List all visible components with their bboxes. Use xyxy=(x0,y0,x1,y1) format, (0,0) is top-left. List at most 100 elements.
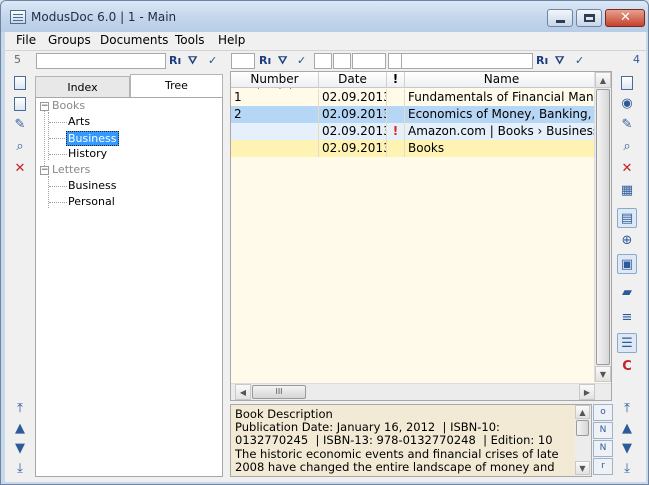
cell-flag: ! xyxy=(387,123,405,140)
tab-index[interactable]: Index xyxy=(35,76,130,97)
tree-node-arts[interactable]: Arts xyxy=(68,115,90,128)
minimize-button[interactable] xyxy=(547,9,573,27)
move-up-button[interactable]: ▲ xyxy=(617,419,637,439)
search-document-button[interactable]: ⌕ xyxy=(617,137,637,157)
description-scrollbar[interactable]: ▲ ▼ xyxy=(575,405,591,476)
copy-file-button[interactable]: ⊕ xyxy=(617,231,637,251)
tab-tree[interactable]: Tree xyxy=(130,74,223,97)
desc-tab-1[interactable]: o xyxy=(593,404,613,421)
move-up-icon: ▲ xyxy=(15,421,25,436)
open-folder-button[interactable]: ▰ xyxy=(617,283,637,303)
tree-filter-input[interactable] xyxy=(36,53,166,69)
cell-number: 1 xyxy=(231,89,319,106)
menu-help[interactable]: Help xyxy=(218,33,245,47)
menu-tools[interactable]: Tools xyxy=(175,33,205,47)
apply-filter-icon[interactable]: ✓ xyxy=(208,54,217,67)
delete-document-button[interactable]: ✕ xyxy=(617,159,637,179)
column-flag[interactable]: ! xyxy=(387,72,405,88)
apply-filter-icon-2[interactable]: ✓ xyxy=(297,54,306,67)
copy-group-button[interactable] xyxy=(10,94,30,114)
move-bottom-button[interactable]: ⤓ xyxy=(617,459,637,479)
web-document-button[interactable]: ◉ xyxy=(617,94,637,114)
move-down-button[interactable]: ▼ xyxy=(10,439,30,459)
table-row[interactable]: 02.09.2013 ! Amazon.com | Books › Busine… xyxy=(231,123,601,140)
apply-filter-icon-3[interactable]: ✓ xyxy=(575,54,584,67)
tree-line xyxy=(48,176,49,208)
edit-group-button[interactable]: ✎ xyxy=(10,115,30,135)
column-number[interactable]: Number (code) xyxy=(231,72,319,101)
move-top-button[interactable]: ⤒ xyxy=(617,399,637,419)
move-top-button[interactable]: ⤒ xyxy=(10,399,30,419)
new-group-button[interactable] xyxy=(10,73,30,93)
grid-header: Number (code) Date ! Name xyxy=(231,72,611,101)
maximize-button[interactable] xyxy=(576,9,602,27)
grid-filter-input-6[interactable] xyxy=(401,53,533,69)
desc-scroll-thumb[interactable] xyxy=(576,420,589,436)
attach-file-button[interactable]: ▤ xyxy=(617,208,637,228)
cell-date: 02.09.2013 xyxy=(319,106,387,123)
move-down-button[interactable]: ▼ xyxy=(617,439,637,459)
tree-node-business[interactable]: Business xyxy=(66,131,119,146)
grid-horizontal-scrollbar[interactable]: ◀ III ▶ xyxy=(231,383,611,400)
grid-filter-input-4[interactable] xyxy=(352,53,386,69)
delete-group-button[interactable]: ✕ xyxy=(10,159,30,179)
menu-documents[interactable]: Documents xyxy=(100,33,168,47)
table-row[interactable]: 02.09.2013 Books xyxy=(231,140,601,157)
cell-date: 02.09.2013 xyxy=(319,123,387,140)
search-icon: ⌕ xyxy=(16,139,24,154)
filter-icon-3[interactable]: ⛛ xyxy=(555,54,564,68)
scroll-thumb[interactable] xyxy=(596,89,610,365)
hscroll-thumb[interactable]: III xyxy=(252,385,306,399)
collapse-books-icon[interactable]: − xyxy=(40,102,49,111)
table-row[interactable]: 2 02.09.2013 Economics of Money, Banking… xyxy=(231,106,601,123)
grid-filter-input-5[interactable] xyxy=(388,53,402,69)
tree-node-letters[interactable]: Letters xyxy=(52,163,90,176)
title-bar: ModusDoc 6.0 | 1 - Main ✕ xyxy=(1,1,648,32)
collapse-letters-icon[interactable]: − xyxy=(40,166,49,175)
filter-icon[interactable]: ⛛ xyxy=(188,54,197,68)
search-group-button[interactable]: ⌕ xyxy=(10,137,30,157)
desc-scroll-up-icon[interactable]: ▲ xyxy=(575,405,590,419)
tree-line xyxy=(48,112,49,160)
properties-button[interactable]: ▦ xyxy=(617,181,637,201)
scroll-right-icon[interactable]: ▶ xyxy=(579,384,595,400)
menu-file[interactable]: File xyxy=(16,33,36,47)
table-row[interactable]: 1 02.09.2013 Fundamentals of Financial M… xyxy=(231,89,601,106)
move-up-button[interactable]: ▲ xyxy=(10,419,30,439)
desc-tab-3[interactable]: N xyxy=(593,440,613,457)
tree-node-letters-business[interactable]: Business xyxy=(68,179,117,192)
ri-sort-icon[interactable]: Rı xyxy=(169,54,181,67)
menu-groups[interactable]: Groups xyxy=(48,33,91,47)
list-view-button[interactable]: ≡ xyxy=(617,308,637,328)
tree-node-books[interactable]: Books xyxy=(52,99,85,112)
desc-tab-2[interactable]: N xyxy=(593,422,613,439)
desc-tab-4[interactable]: r xyxy=(593,458,613,475)
tree-node-history[interactable]: History xyxy=(68,147,107,160)
column-date[interactable]: Date xyxy=(319,72,387,88)
scroll-down-icon[interactable]: ▼ xyxy=(595,366,611,382)
c-button[interactable]: C xyxy=(617,357,637,377)
grid-filter-input-2[interactable] xyxy=(314,53,332,69)
ri-sort-icon-2[interactable]: Rı xyxy=(259,54,271,67)
scroll-left-icon[interactable]: ◀ xyxy=(235,384,251,400)
move-bottom-button[interactable]: ⤓ xyxy=(10,459,30,479)
desc-scroll-down-icon[interactable]: ▼ xyxy=(575,461,590,475)
new-document-button[interactable] xyxy=(617,73,637,93)
grid-filter-input-1[interactable] xyxy=(231,53,255,69)
edit-document-button[interactable]: ✎ xyxy=(617,115,637,135)
grid-filter-input-3[interactable] xyxy=(333,53,351,69)
description-pane: Book Description Publication Date: Janua… xyxy=(230,404,592,477)
save-icon: ▣ xyxy=(620,257,634,272)
description-text[interactable]: Book Description Publication Date: Janua… xyxy=(235,408,573,476)
scroll-up-icon[interactable]: ▲ xyxy=(595,72,611,88)
ri-sort-icon-3[interactable]: Rı xyxy=(536,54,548,67)
save-file-button[interactable]: ▣ xyxy=(617,254,637,274)
filter-icon-2[interactable]: ⛛ xyxy=(278,54,287,68)
column-name[interactable]: Name xyxy=(405,72,599,88)
grid-vertical-scrollbar[interactable]: ▲ ▼ xyxy=(594,72,611,382)
tree-line xyxy=(49,138,67,139)
close-button[interactable]: ✕ xyxy=(605,9,645,27)
tree-node-personal[interactable]: Personal xyxy=(68,195,115,208)
right-count: 4 xyxy=(633,53,640,66)
tree-view-button[interactable]: ☰ xyxy=(617,333,637,353)
